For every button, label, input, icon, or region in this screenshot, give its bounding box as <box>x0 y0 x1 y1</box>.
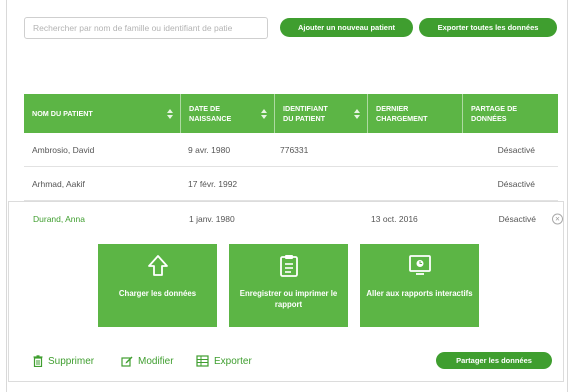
add-patient-button[interactable]: Ajouter un nouveau patient <box>280 18 413 37</box>
sort-icon[interactable] <box>261 108 267 119</box>
patient-name: Ambrosio, David <box>32 144 95 155</box>
header-label: PARTAGE DE <box>471 103 518 113</box>
trash-icon <box>33 355 43 367</box>
export-all-button[interactable]: Exporter toutes les données <box>419 18 557 37</box>
edit-button[interactable]: Modifier <box>121 355 174 367</box>
last-upload: 13 oct. 2016 <box>371 213 418 224</box>
patient-id: 776331 <box>280 144 309 155</box>
save-print-report-tile[interactable]: Enregistrer ou imprimer le rapport <box>229 244 348 327</box>
header-patient-name[interactable]: NOM DU PATIENT <box>24 94 181 133</box>
table-header: NOM DU PATIENT DATE DE NAISSANCE IDENTIFI… <box>24 94 558 133</box>
birth-date: 9 avr. 1980 <box>188 144 231 155</box>
patient-name[interactable]: Durand, Anna <box>33 214 85 224</box>
edit-label: Modifier <box>138 355 174 367</box>
header-data-sharing[interactable]: PARTAGE DE DONNÉES <box>463 94 558 133</box>
header-patient-id[interactable]: IDENTIFIANT DU PATIENT <box>275 94 368 133</box>
sharing-status: Désactivé <box>498 213 536 224</box>
header-label: IDENTIFIANT <box>283 103 328 113</box>
sharing-status: Désactivé <box>497 144 535 155</box>
sort-icon[interactable] <box>167 108 173 119</box>
upload-arrow-icon <box>147 254 169 281</box>
clipboard-report-icon <box>279 254 299 281</box>
interactive-reports-tile[interactable]: Aller aux rapports interactifs <box>360 244 479 327</box>
header-label-line2: NAISSANCE <box>189 113 232 123</box>
birth-date: 17 févr. 1992 <box>188 178 238 189</box>
header-birth-date[interactable]: DATE DE NAISSANCE <box>181 94 275 133</box>
export-button[interactable]: Exporter <box>196 355 252 367</box>
patient-name: Arhmad, Aakif <box>32 178 85 189</box>
table-row[interactable]: Arhmad, Aakif 17 févr. 1992 Désactivé <box>24 167 558 201</box>
tile-label: Aller aux rapports interactifs <box>366 289 473 298</box>
table-row[interactable]: Ambrosio, David 9 avr. 1980 776331 Désac… <box>24 133 558 167</box>
header-label-line2: CHARGEMENT <box>376 113 428 123</box>
table-row-expanded[interactable]: Durand, Anna 1 janv. 1980 13 oct. 2016 D… <box>25 202 563 235</box>
sort-icon[interactable] <box>354 108 360 119</box>
tile-label: Charger les données <box>118 289 197 298</box>
share-data-button[interactable]: Partager les données <box>436 352 552 369</box>
export-label: Exporter <box>214 355 252 367</box>
tile-label: Enregistrer ou imprimer le rapport <box>239 289 338 309</box>
sharing-status: Désactivé <box>497 178 535 189</box>
delete-label: Supprimer <box>48 355 95 367</box>
upload-data-tile[interactable]: Charger les données <box>98 244 217 327</box>
header-last-upload[interactable]: DERNIER CHARGEMENT <box>368 94 463 133</box>
edit-icon <box>121 356 133 367</box>
search-input[interactable] <box>24 17 268 39</box>
interactive-report-icon <box>408 254 432 279</box>
birth-date: 1 janv. 1980 <box>189 213 235 224</box>
header-label: NOM DU PATIENT <box>32 108 93 118</box>
header-label-line2: DONNÉES <box>471 113 507 123</box>
header-label-line2: DU PATIENT <box>283 113 326 123</box>
header-label: DATE DE <box>189 103 221 113</box>
close-icon[interactable]: × <box>552 213 563 224</box>
header-label: DERNIER <box>376 103 409 113</box>
delete-button[interactable]: Supprimer <box>33 355 94 367</box>
export-table-icon <box>196 355 209 367</box>
